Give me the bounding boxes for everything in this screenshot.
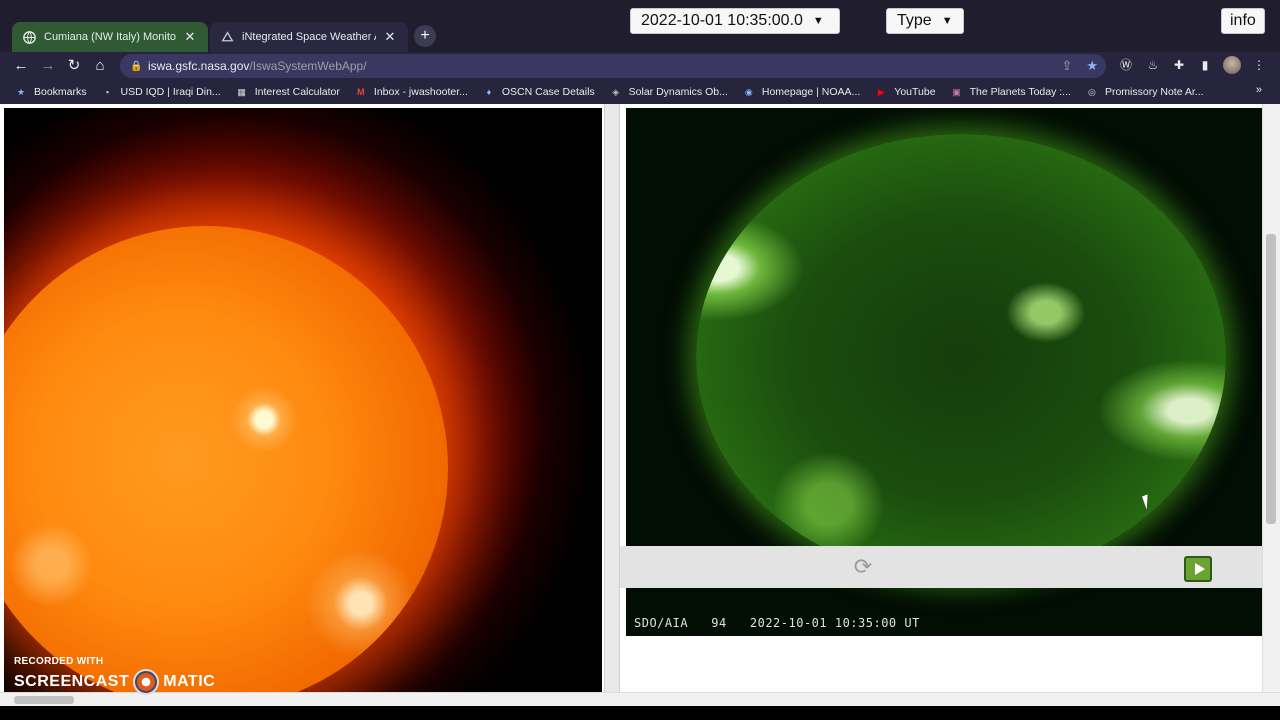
screen-border xyxy=(0,706,1280,720)
close-icon[interactable]: ✕ xyxy=(182,29,198,45)
url-path: /IswaSystemWebApp/ xyxy=(249,59,367,73)
star-icon: ★ xyxy=(16,86,26,97)
datetime-select[interactable]: 2022-10-01 10:35:00.0 ▼ xyxy=(630,8,840,34)
gmail-icon: M xyxy=(357,87,365,97)
home-icon[interactable]: ⌂ xyxy=(90,56,110,76)
caret-down-icon: ▼ xyxy=(941,15,953,27)
bookmark-item[interactable]: M Inbox - jwashooter... xyxy=(354,86,468,98)
bookmark-star-icon[interactable]: ★ xyxy=(1086,58,1098,74)
tab-iswa[interactable]: iNtegrated Space Weather Analy ✕ xyxy=(210,22,408,52)
address-bar[interactable]: 🔒 iswa.gsfc.nasa.gov/IswaSystemWebApp/ ⇪… xyxy=(120,54,1106,78)
bookmark-item[interactable]: ▦ Interest Calculator xyxy=(235,86,339,98)
tab-cumiana[interactable]: Cumiana (NW Italy) Monitoring S ✕ xyxy=(12,22,208,52)
bookmark-item[interactable]: ▶ YouTube xyxy=(874,86,936,98)
bookmark-item[interactable]: ◉ Homepage | NOAA... xyxy=(742,86,860,98)
page-content: SDO/AIA 94 2022-10-01 10:35:00 UT xyxy=(0,104,1280,692)
caret-down-icon: ▼ xyxy=(812,15,824,27)
back-icon[interactable]: ← xyxy=(11,56,31,76)
nasa-icon xyxy=(220,30,234,44)
panel-divider xyxy=(604,104,620,692)
scroll-thumb[interactable] xyxy=(1266,234,1276,524)
bookmark-item[interactable]: ♦ OSCN Case Details xyxy=(482,86,595,98)
new-tab-button[interactable]: + xyxy=(414,25,436,47)
sun-disk xyxy=(4,226,448,692)
bookmark-item[interactable]: ◎ Promissory Note Ar... xyxy=(1085,86,1204,98)
toolbar: ← → ↻ ⌂ 🔒 iswa.gsfc.nasa.gov/IswaSystemW… xyxy=(0,52,1280,80)
bookmarks-overflow-icon[interactable]: » xyxy=(1256,84,1262,96)
extension-w-icon[interactable]: Ⓦ xyxy=(1117,56,1135,74)
bookmark-item[interactable]: ▪ USD IQD | Iraqi Din... xyxy=(101,86,221,98)
site-icon: ▣ xyxy=(952,86,961,97)
forward-icon[interactable]: → xyxy=(38,56,58,76)
puzzle-icon[interactable]: ✚ xyxy=(1170,56,1188,74)
browser-window: Cumiana (NW Italy) Monitoring S ✕ iNtegr… xyxy=(0,0,1280,720)
scroll-thumb[interactable] xyxy=(14,696,74,704)
solar-image-orange[interactable] xyxy=(4,108,602,692)
youtube-icon: ▶ xyxy=(877,86,885,97)
extension-icon[interactable]: ♨ xyxy=(1144,56,1162,74)
bookmarks-bar: ★ Bookmarks ▪ USD IQD | Iraqi Din... ▦ Inte… xyxy=(0,80,1280,104)
viewer-controls xyxy=(620,546,1262,588)
globe-icon xyxy=(22,30,36,44)
bookmark-item[interactable]: ◈ Solar Dynamics Ob... xyxy=(609,86,728,98)
screencast-watermark: RECORDED WITH SCREENCAST MATIC xyxy=(14,656,215,695)
image-caption: SDO/AIA 94 2022-10-01 10:35:00 UT xyxy=(634,616,920,630)
avatar[interactable] xyxy=(1223,56,1241,74)
tab-title: iNtegrated Space Weather Analy xyxy=(242,31,376,43)
site-icon: ◉ xyxy=(744,86,753,97)
site-icon: ◎ xyxy=(1088,86,1096,97)
movie-play-icon[interactable] xyxy=(1184,556,1212,582)
info-button[interactable]: info xyxy=(1221,8,1265,34)
side-panel-icon[interactable]: ▮ xyxy=(1196,56,1214,74)
menu-icon[interactable]: ⋮ xyxy=(1250,56,1268,74)
sun-disk xyxy=(696,134,1226,580)
screencast-logo-icon xyxy=(133,669,160,695)
url-host: iswa.gsfc.nasa.gov xyxy=(148,59,250,73)
site-icon: ▪ xyxy=(105,87,110,97)
bookmark-item[interactable]: ▣ The Planets Today :... xyxy=(950,86,1071,98)
bookmark-item[interactable]: ★ Bookmarks xyxy=(14,86,87,98)
type-select[interactable]: Type ▼ xyxy=(886,8,964,34)
share-icon[interactable]: ⇪ xyxy=(1061,58,1072,74)
lock-icon: 🔒 xyxy=(130,60,143,72)
close-icon[interactable]: ✕ xyxy=(382,29,398,45)
reload-icon[interactable]: ↻ xyxy=(64,56,84,76)
site-icon: ♦ xyxy=(486,87,492,97)
tab-title: Cumiana (NW Italy) Monitoring S xyxy=(44,31,176,43)
refresh-icon[interactable]: ⟳ xyxy=(850,554,876,580)
site-icon: ◈ xyxy=(612,86,620,97)
calculator-icon: ▦ xyxy=(237,86,246,97)
vertical-scrollbar[interactable] xyxy=(1262,104,1280,692)
